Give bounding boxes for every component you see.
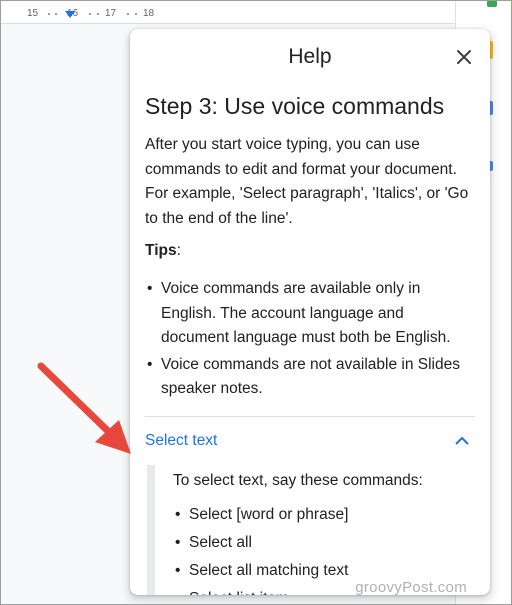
ruler-dot — [55, 13, 57, 15]
help-panel: Help Step 3: Use voice commands After yo… — [130, 29, 490, 595]
select-text-accordion[interactable]: Select text — [145, 417, 475, 465]
ruler-tick: 17 — [105, 8, 117, 19]
tips-label: Tips — [145, 242, 177, 259]
help-panel-title: Help — [288, 45, 332, 68]
tips-colon: : — [176, 242, 181, 259]
list-item: Voice commands are not available in Slid… — [145, 353, 475, 402]
ruler-dot — [48, 13, 50, 15]
help-content: Step 3: Use voice commands After you sta… — [145, 91, 475, 595]
red-arrow-annotation — [37, 362, 131, 454]
ruler-dot — [97, 13, 99, 15]
ruler-tick: 18 — [143, 8, 155, 19]
ruler-dot — [89, 13, 91, 15]
sheets-icon[interactable] — [487, 1, 497, 7]
accordion-label: Select text — [145, 431, 218, 449]
ruler: 15 16 17 18 — [1, 1, 456, 24]
ruler-dot — [135, 13, 137, 15]
close-icon — [457, 50, 471, 64]
section-intro: To select text, say these commands: — [173, 471, 423, 489]
ruler-dot — [127, 13, 129, 15]
list-item: Select all — [173, 531, 475, 555]
list-item: Select [word or phrase] — [173, 503, 475, 527]
watermark: groovyPost.com — [355, 579, 467, 596]
intro-paragraph: After you start voice typing, you can us… — [145, 136, 469, 227]
app-frame: 15 16 17 18 Help Step 3: Use voice comma… — [0, 0, 512, 605]
select-text-section: To select text, say these commands: Sele… — [147, 464, 475, 595]
close-button[interactable] — [452, 45, 476, 69]
chevron-up-icon — [455, 436, 469, 445]
list-item: Voice commands are available only in Eng… — [145, 277, 475, 351]
indent-marker[interactable] — [65, 11, 75, 18]
tips-list: Voice commands are available only in Eng… — [145, 277, 475, 402]
tips-heading: Tips: — [145, 239, 475, 263]
step-title: Step 3: Use voice commands — [145, 93, 445, 119]
ruler-tick: 15 — [27, 8, 39, 19]
